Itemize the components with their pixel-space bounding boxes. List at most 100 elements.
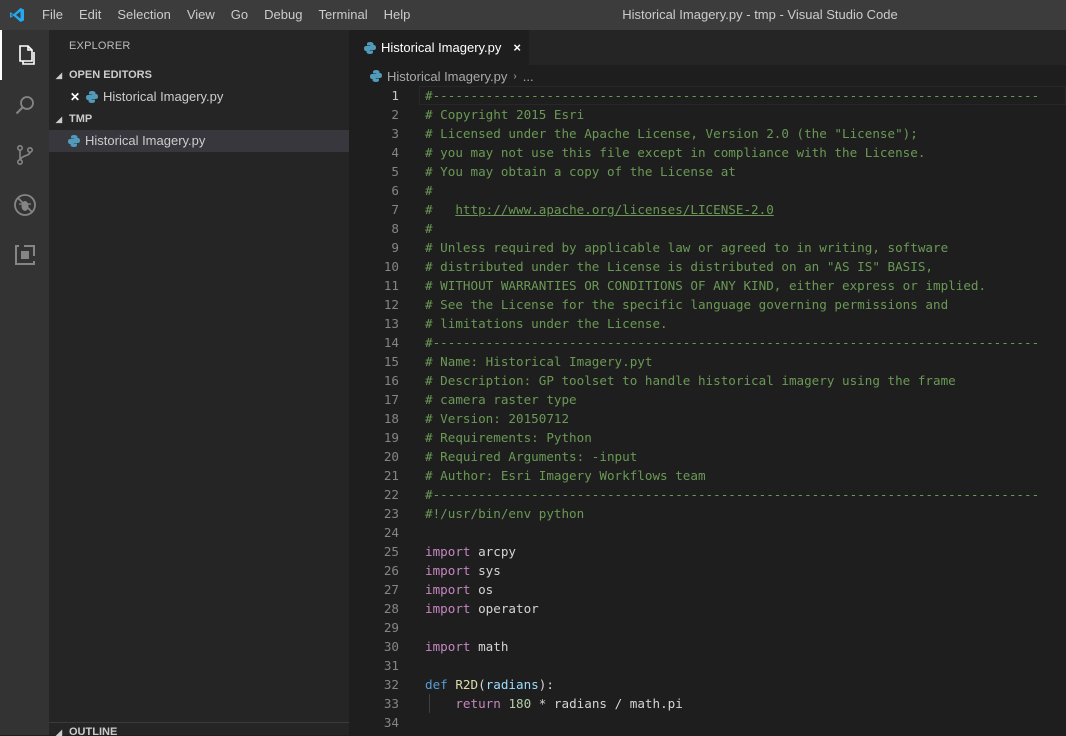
code-line[interactable]: 9 # Unless required by applicable law or …	[349, 238, 1066, 257]
code-line[interactable]: 3 # Licensed under the Apache License, Ve…	[349, 124, 1066, 143]
code-line[interactable]: 32 def R2D(radians):	[349, 675, 1066, 694]
title-bar: File Edit Selection View Go Debug Termin…	[0, 0, 1066, 30]
menu-selection[interactable]: Selection	[109, 0, 178, 30]
breadcrumb-more[interactable]: ...	[523, 69, 534, 84]
code-line[interactable]: 16 # Description: GP toolset to handle hi…	[349, 371, 1066, 390]
explorer-sidebar: EXPLORER ◢ OPEN EDITORS ✕ Historical Imag…	[49, 30, 349, 736]
open-editor-item[interactable]: ✕ Historical Imagery.py	[49, 86, 349, 108]
code-line[interactable]: 30 import math	[349, 637, 1066, 656]
code-line[interactable]: 10 # distributed under the License is dis…	[349, 257, 1066, 276]
editor-tabs: Historical Imagery.py ×	[349, 30, 1066, 65]
code-line[interactable]: 13 # limitations under the License.	[349, 314, 1066, 333]
python-file-icon	[68, 135, 80, 147]
line-text: #---------------------------------------…	[425, 333, 1039, 352]
code-line[interactable]: 5 # You may obtain a copy of the License …	[349, 162, 1066, 181]
outline-header[interactable]: ◢ OUTLINE	[49, 722, 349, 736]
code-line[interactable]: 15 # Name: Historical Imagery.pyt	[349, 352, 1066, 371]
code-token: R2D	[455, 677, 479, 692]
code-line[interactable]: 12 # See the License for the specific lan…	[349, 295, 1066, 314]
line-number: 6	[391, 183, 399, 198]
code-line[interactable]: 28 import operator	[349, 599, 1066, 618]
code-line[interactable]: 33 return 180 * radians / math.pi	[349, 694, 1066, 713]
code-token: #	[425, 221, 433, 236]
line-text: # Description: GP toolset to handle hist…	[425, 371, 956, 390]
code-line[interactable]: 22 #-------------------------------------…	[349, 485, 1066, 504]
line-text: # Licensed under the Apache License, Ver…	[425, 124, 918, 143]
code-link[interactable]: http://www.apache.org/licenses/LICENSE-2…	[455, 202, 773, 217]
code-line[interactable]: 21 # Author: Esri Imagery Workflows team	[349, 466, 1066, 485]
line-number: 33	[383, 696, 399, 711]
code-line[interactable]: 18 # Version: 20150712	[349, 409, 1066, 428]
line-number: 22	[383, 487, 399, 502]
line-number: 32	[383, 677, 399, 692]
code-line[interactable]: 25 import arcpy	[349, 542, 1066, 561]
line-text: # Version: 20150712	[425, 409, 569, 428]
open-editors-label: OPEN EDITORS	[69, 69, 152, 81]
code-line[interactable]: 6 #	[349, 181, 1066, 200]
code-line[interactable]: 1 #--------------------------------------…	[349, 86, 1066, 105]
files-icon[interactable]	[0, 30, 49, 80]
menu-file[interactable]: File	[34, 0, 71, 30]
menu-go[interactable]: Go	[223, 0, 256, 30]
code-token: #!/usr/bin/env python	[425, 506, 585, 521]
code-line[interactable]: 4 # you may not use this file except in c…	[349, 143, 1066, 162]
tab-close-icon[interactable]: ×	[513, 40, 521, 55]
close-icon[interactable]: ✕	[67, 86, 83, 108]
tab-historical-imagery[interactable]: Historical Imagery.py ×	[349, 30, 529, 65]
line-number: 31	[383, 658, 399, 673]
code-line[interactable]: 24	[349, 523, 1066, 542]
code-token: # camera raster type	[425, 392, 577, 407]
code-token: import	[425, 544, 471, 559]
code-line[interactable]: 34	[349, 713, 1066, 732]
source-control-icon[interactable]	[0, 130, 49, 180]
code-line[interactable]: 11 # WITHOUT WARRANTIES OR CONDITIONS OF …	[349, 276, 1066, 295]
line-number: 2	[391, 107, 399, 122]
code-token: radians	[485, 677, 539, 692]
code-token: return	[455, 696, 501, 711]
code-line[interactable]: 31	[349, 656, 1066, 675]
line-number: 15	[383, 354, 399, 369]
folder-tmp-header[interactable]: ◢ TMP	[49, 108, 349, 130]
line-text: # Author: Esri Imagery Workflows team	[425, 466, 706, 485]
code-token: math	[470, 639, 509, 654]
code-line[interactable]: 8 #	[349, 219, 1066, 238]
explorer-file-item[interactable]: Historical Imagery.py	[49, 130, 349, 152]
code-line[interactable]: 14 #-------------------------------------…	[349, 333, 1066, 352]
code-line[interactable]: 7 # http://www.apache.org/licenses/LICENS…	[349, 200, 1066, 219]
search-icon[interactable]	[0, 80, 49, 130]
line-number: 1	[391, 88, 399, 103]
menu-help[interactable]: Help	[376, 0, 419, 30]
extensions-icon[interactable]	[0, 230, 49, 280]
code-token: # Author: Esri Imagery Workflows team	[425, 468, 706, 483]
code-line[interactable]: 20 # Required Arguments: -input	[349, 447, 1066, 466]
chevron-right-icon: ›	[513, 70, 517, 82]
menu-debug[interactable]: Debug	[256, 0, 310, 30]
python-file-icon	[364, 41, 376, 54]
debug-icon[interactable]	[0, 180, 49, 230]
code-token: # Description: GP toolset to handle hist…	[425, 373, 956, 388]
python-file-icon	[370, 70, 382, 82]
code-line[interactable]: 17 # camera raster type	[349, 390, 1066, 409]
menu-terminal[interactable]: Terminal	[310, 0, 375, 30]
code-editor[interactable]: 1 #--------------------------------------…	[349, 86, 1066, 735]
breadcrumb-file[interactable]: Historical Imagery.py	[387, 69, 507, 84]
line-text: # Unless required by applicable law or a…	[425, 238, 948, 257]
line-number: 27	[383, 582, 399, 597]
code-line[interactable]: 29	[349, 618, 1066, 637]
menu-edit[interactable]: Edit	[71, 0, 109, 30]
breadcrumb: Historical Imagery.py › ...	[349, 65, 1066, 87]
line-number: 16	[383, 373, 399, 388]
code-line[interactable]: 27 import os	[349, 580, 1066, 599]
code-line[interactable]: 19 # Requirements: Python	[349, 428, 1066, 447]
code-token: #	[425, 202, 456, 217]
code-token: # Name: Historical Imagery.pyt	[425, 354, 653, 369]
open-editors-header[interactable]: ◢ OPEN EDITORS	[49, 64, 349, 86]
code-line[interactable]: 23 #!/usr/bin/env python	[349, 504, 1066, 523]
menu-view[interactable]: View	[179, 0, 223, 30]
code-line[interactable]: 26 import sys	[349, 561, 1066, 580]
code-line[interactable]: 2 # Copyright 2015 Esri	[349, 105, 1066, 124]
line-text: #!/usr/bin/env python	[425, 504, 584, 523]
code-token: ):	[538, 677, 554, 692]
code-token: # See the License for the specific langu…	[425, 297, 949, 312]
code-token: #---------------------------------------…	[425, 335, 1040, 350]
